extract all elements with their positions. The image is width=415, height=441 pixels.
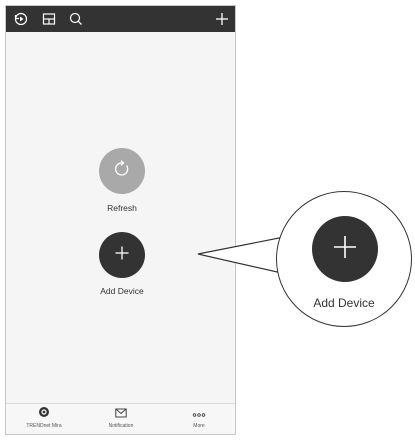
plus-icon — [332, 234, 358, 265]
zoomed-add-device-button — [312, 216, 378, 282]
zoom-callout: Add Device — [276, 191, 412, 327]
zoomed-add-device-label: Add Device — [313, 296, 375, 310]
